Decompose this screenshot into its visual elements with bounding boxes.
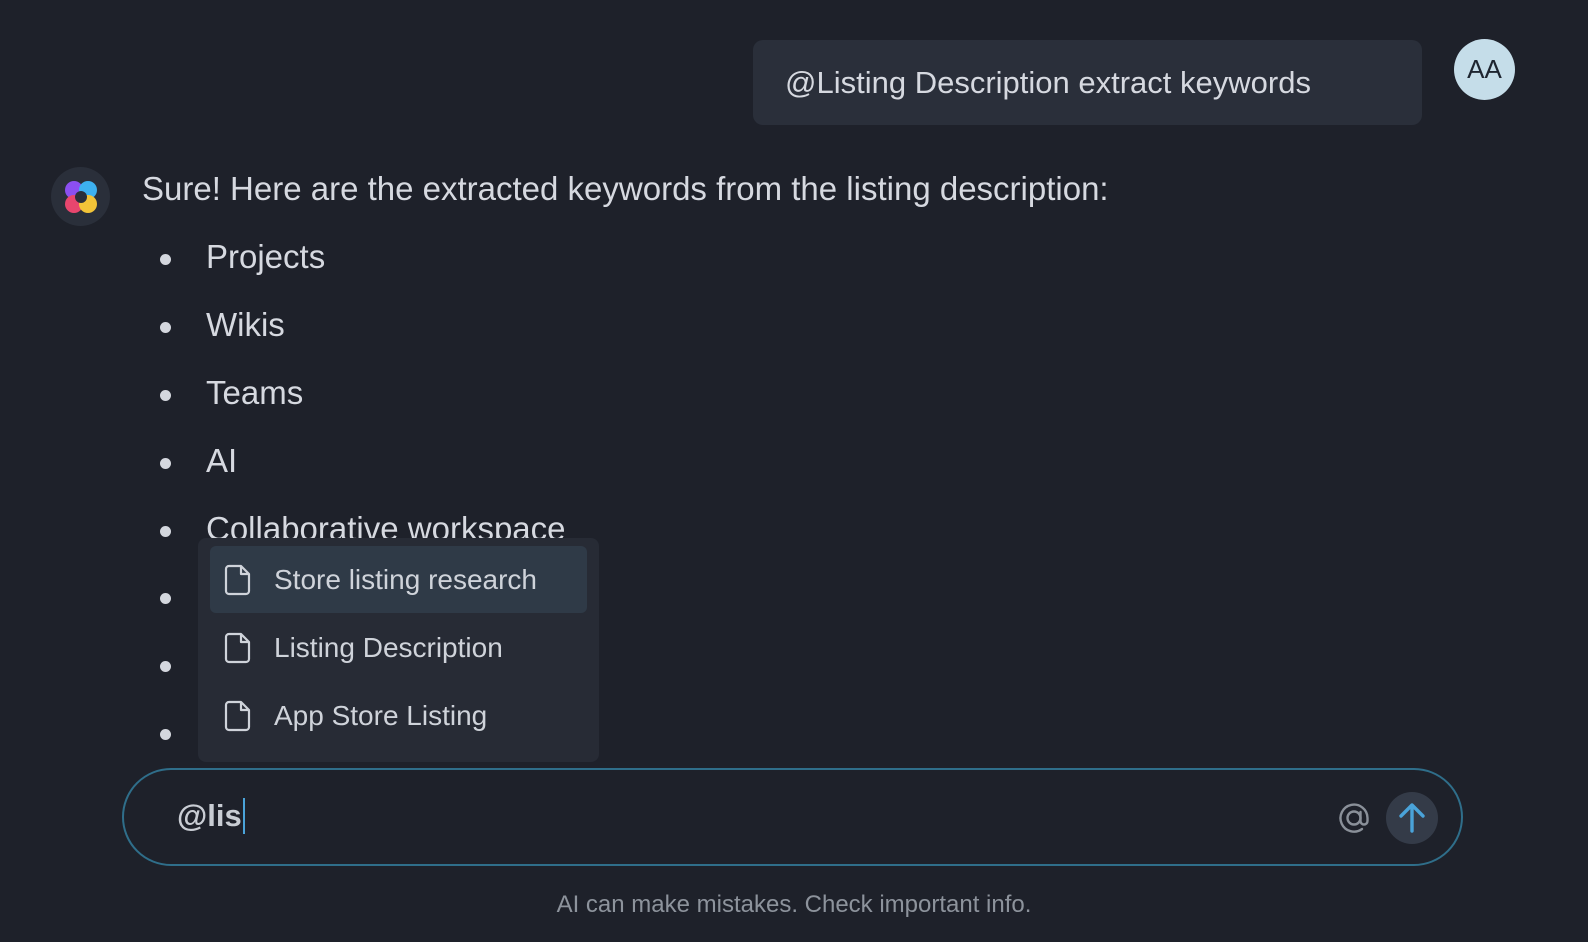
bullet-icon <box>160 661 171 672</box>
mention-option-store-listing-research[interactable]: Store listing research <box>210 546 587 613</box>
mention-option-app-store-listing[interactable]: App Store Listing <box>210 682 587 749</box>
bullet-icon <box>160 322 171 333</box>
user-avatar-initials: AA <box>1467 54 1502 84</box>
bullet-icon <box>160 458 171 469</box>
keyword-text: Teams <box>206 374 304 411</box>
arrow-up-icon <box>1399 803 1425 833</box>
bullet-icon <box>160 254 171 265</box>
ai-disclaimer: AI can make mistakes. Check important in… <box>556 891 1032 918</box>
keyword-item: AI <box>0 442 900 482</box>
mention-option-label: Store listing research <box>274 563 538 595</box>
document-icon <box>224 632 251 663</box>
user-avatar[interactable]: AA <box>1454 39 1515 100</box>
document-icon <box>224 564 251 595</box>
message-composer[interactable]: @lis <box>122 768 1463 866</box>
mention-suggestions-menu: Store listing research Listing Descripti… <box>198 538 599 762</box>
mention-option-label: Listing Description <box>274 631 503 663</box>
keyword-item: Collaborative workspace <box>0 510 900 540</box>
keyword-text: Wikis <box>206 306 285 343</box>
send-button[interactable] <box>1386 792 1438 844</box>
at-sign-icon[interactable] <box>1334 798 1374 838</box>
bullet-icon <box>160 390 171 401</box>
mention-option-label: App Store Listing <box>274 699 488 731</box>
document-icon <box>224 700 251 731</box>
bullet-icon <box>160 729 171 740</box>
keyword-item: Projects <box>0 238 900 278</box>
keyword-text: Projects <box>206 238 326 275</box>
bullet-icon <box>160 593 171 604</box>
message-input-value: @lis <box>177 798 242 833</box>
message-input[interactable]: @lis <box>177 798 245 834</box>
chat-page: @Listing Description extract keywords AA… <box>0 0 1588 942</box>
keyword-text: Collaborative workspace <box>206 510 566 540</box>
text-caret <box>242 798 245 834</box>
bullet-icon <box>160 526 171 537</box>
keyword-list-viewport: Projects Wikis Teams AI Collaborative wo… <box>0 0 900 540</box>
keyword-item: Wikis <box>0 306 900 346</box>
keyword-item: Teams <box>0 374 900 414</box>
mention-option-listing-description[interactable]: Listing Description <box>210 614 587 681</box>
keyword-text: AI <box>206 442 238 479</box>
